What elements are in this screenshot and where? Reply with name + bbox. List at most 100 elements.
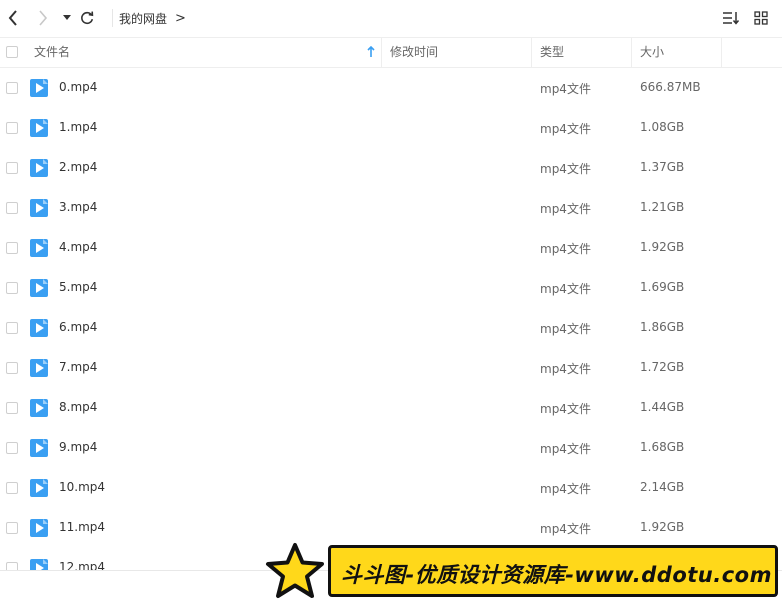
list-item[interactable]: 4.mp4 mp4文件 1.92GB <box>0 228 782 268</box>
file-name[interactable]: 11.mp4 <box>59 520 105 534</box>
file-name[interactable]: 8.mp4 <box>59 400 97 414</box>
file-type: mp4文件 <box>540 322 591 336</box>
sort-icon <box>723 12 740 25</box>
file-name[interactable]: 9.mp4 <box>59 440 97 454</box>
grid-icon <box>754 11 768 25</box>
caret-down-icon <box>63 15 71 20</box>
column-divider[interactable] <box>631 38 632 67</box>
file-size: 2.14GB <box>640 480 685 494</box>
column-header-size[interactable]: 大小 <box>640 38 664 67</box>
row-checkbox[interactable] <box>6 122 18 134</box>
list-item[interactable]: 10.mp4 mp4文件 2.14GB <box>0 468 782 508</box>
back-button[interactable] <box>4 8 22 28</box>
chevron-left-icon <box>8 10 17 26</box>
breadcrumb-root[interactable]: 我的网盘 <box>119 10 167 27</box>
row-checkbox[interactable] <box>6 162 18 174</box>
file-type: mp4文件 <box>540 442 591 456</box>
breadcrumb-separator: > <box>175 10 186 26</box>
video-file-icon <box>30 159 48 177</box>
row-checkbox[interactable] <box>6 282 18 294</box>
chevron-right-icon <box>39 10 48 26</box>
select-all-checkbox[interactable] <box>6 46 18 58</box>
list-item[interactable]: 5.mp4 mp4文件 1.69GB <box>0 268 782 308</box>
row-checkbox[interactable] <box>6 82 18 94</box>
history-dropdown-button[interactable] <box>58 8 76 28</box>
refresh-icon <box>81 11 94 25</box>
file-type: mp4文件 <box>540 202 591 216</box>
file-name[interactable]: 5.mp4 <box>59 280 97 294</box>
file-type: mp4文件 <box>540 82 591 96</box>
video-file-icon <box>30 319 48 337</box>
forward-button[interactable] <box>34 8 52 28</box>
list-item[interactable]: 7.mp4 mp4文件 1.72GB <box>0 348 782 388</box>
file-name[interactable]: 10.mp4 <box>59 480 105 494</box>
grid-view-button[interactable] <box>752 9 770 27</box>
list-item[interactable]: 9.mp4 mp4文件 1.68GB <box>0 428 782 468</box>
sort-ascending-icon[interactable] <box>367 45 375 61</box>
row-checkbox[interactable] <box>6 402 18 414</box>
video-file-icon <box>30 279 48 297</box>
file-size: 666.87MB <box>640 80 701 94</box>
video-file-icon <box>30 479 48 497</box>
watermark-text: 斗斗图-优质设计资源库-www.ddotu.com <box>341 563 772 587</box>
file-size: 1.44GB <box>640 400 685 414</box>
list-item[interactable]: 8.mp4 mp4文件 1.44GB <box>0 388 782 428</box>
video-file-icon <box>30 439 48 457</box>
column-divider[interactable] <box>721 38 722 67</box>
list-item[interactable]: 3.mp4 mp4文件 1.21GB <box>0 188 782 228</box>
refresh-button[interactable] <box>78 8 96 28</box>
column-divider[interactable] <box>381 38 382 67</box>
file-name[interactable]: 1.mp4 <box>59 120 97 134</box>
file-size: 1.72GB <box>640 360 685 374</box>
file-size: 1.08GB <box>640 120 685 134</box>
file-name[interactable]: 2.mp4 <box>59 160 97 174</box>
video-file-icon <box>30 519 48 537</box>
file-size: 1.86GB <box>640 320 685 334</box>
file-size: 1.69GB <box>640 280 685 294</box>
column-divider[interactable] <box>531 38 532 67</box>
star-icon <box>266 543 324 598</box>
file-size: 1.37GB <box>640 160 685 174</box>
video-file-icon <box>30 119 48 137</box>
file-name[interactable]: 7.mp4 <box>59 360 97 374</box>
video-file-icon <box>30 359 48 377</box>
row-checkbox[interactable] <box>6 482 18 494</box>
list-item[interactable]: 1.mp4 mp4文件 1.08GB <box>0 108 782 148</box>
file-name[interactable]: 6.mp4 <box>59 320 97 334</box>
breadcrumb: 我的网盘 > <box>112 9 186 27</box>
file-type: mp4文件 <box>540 162 591 176</box>
column-header-type[interactable]: 类型 <box>540 38 564 67</box>
row-checkbox[interactable] <box>6 442 18 454</box>
file-size: 1.21GB <box>640 200 685 214</box>
watermark-box: 斗斗图-优质设计资源库-www.ddotu.com <box>328 545 778 597</box>
column-header-modified[interactable]: 修改时间 <box>390 38 438 67</box>
sort-button[interactable] <box>722 9 740 27</box>
file-type: mp4文件 <box>540 242 591 256</box>
video-file-icon <box>30 239 48 257</box>
video-file-icon <box>30 79 48 97</box>
file-list-header: 文件名 修改时间 类型 大小 <box>0 37 782 68</box>
file-name[interactable]: 0.mp4 <box>59 80 97 94</box>
view-tools <box>722 9 782 27</box>
file-type: mp4文件 <box>540 122 591 136</box>
row-checkbox[interactable] <box>6 522 18 534</box>
list-item[interactable]: 2.mp4 mp4文件 1.37GB <box>0 148 782 188</box>
row-checkbox[interactable] <box>6 362 18 374</box>
file-type: mp4文件 <box>540 362 591 376</box>
file-type: mp4文件 <box>540 482 591 496</box>
row-checkbox[interactable] <box>6 322 18 334</box>
watermark-banner: 斗斗图-优质设计资源库-www.ddotu.com <box>264 540 782 601</box>
row-checkbox[interactable] <box>6 242 18 254</box>
row-checkbox[interactable] <box>6 202 18 214</box>
file-size: 1.68GB <box>640 440 685 454</box>
video-file-icon <box>30 399 48 417</box>
list-item[interactable]: 0.mp4 mp4文件 666.87MB <box>0 68 782 108</box>
file-name[interactable]: 3.mp4 <box>59 200 97 214</box>
list-item[interactable]: 6.mp4 mp4文件 1.86GB <box>0 308 782 348</box>
file-list: 0.mp4 mp4文件 666.87MB 1.mp4 mp4文件 1.08GB … <box>0 68 782 571</box>
file-type: mp4文件 <box>540 402 591 416</box>
file-type: mp4文件 <box>540 282 591 296</box>
video-file-icon <box>30 199 48 217</box>
file-name[interactable]: 4.mp4 <box>59 240 97 254</box>
column-header-name[interactable]: 文件名 <box>34 38 70 67</box>
